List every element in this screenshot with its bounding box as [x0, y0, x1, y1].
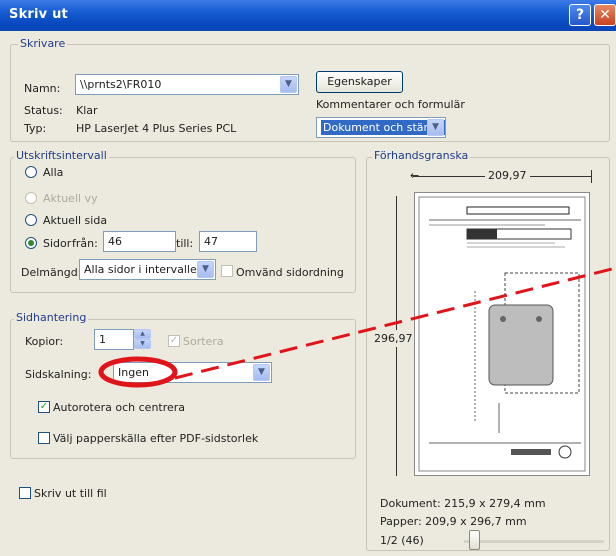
autorotate-label: Autorotera och centrera	[53, 401, 186, 414]
print-range-group-label: Utskriftsintervall	[14, 149, 109, 162]
close-icon: ✕	[599, 7, 611, 23]
scaling-value: Ingen	[118, 366, 149, 379]
chevron-down-icon: ▼	[280, 76, 297, 93]
subset-value: Alla sidor i intervallet	[84, 263, 202, 276]
printer-name-select[interactable]: \\prnts2\FR010 ▼	[75, 74, 299, 95]
spin-up-icon[interactable]: ▲	[134, 329, 151, 339]
radio-current-view-label: Aktuell vy	[43, 192, 98, 205]
printer-group-label: Skrivare	[18, 37, 68, 50]
preview-group-label: Förhandsgranska	[372, 149, 471, 162]
to-label: till:	[176, 237, 194, 250]
subset-label: Delmängd:	[21, 266, 82, 279]
close-button[interactable]: ✕	[594, 4, 616, 26]
radio-all[interactable]	[25, 166, 37, 178]
help-button[interactable]: ?	[569, 4, 591, 26]
properties-button[interactable]: Egenskaper	[316, 71, 403, 93]
page-preview	[414, 192, 590, 476]
reverse-order-checkbox[interactable]	[221, 265, 233, 277]
radio-pages[interactable]	[25, 237, 37, 249]
collate-label: Sortera	[183, 335, 224, 348]
status-label: Status:	[24, 104, 63, 117]
preview-width: 209,97	[485, 169, 530, 182]
print-to-file-label: Skriv ut till fil	[34, 487, 107, 500]
scaling-label: Sidskalning:	[25, 368, 92, 381]
from-input[interactable]: 46	[103, 231, 176, 252]
paper-source-label: Välj papperskälla efter PDF-sidstorlek	[53, 432, 259, 445]
chevron-down-icon: ▼	[253, 364, 270, 381]
page-slider-thumb[interactable]	[469, 530, 480, 550]
preview-height: 296,97	[374, 330, 413, 347]
status-value: Klar	[76, 104, 98, 117]
copies-spinner[interactable]: ▲ ▼	[134, 329, 151, 350]
document-size: Dokument: 215,9 x 279,4 mm	[380, 497, 546, 510]
spin-down-icon[interactable]: ▼	[134, 339, 151, 349]
chevron-down-icon: ▼	[427, 119, 444, 136]
arrow-left-icon: ←	[410, 169, 420, 182]
width-dimension-tick	[591, 170, 592, 183]
title-bar: Skriv ut ? ✕	[0, 0, 616, 31]
printer-name-label: Namn:	[24, 82, 61, 95]
autorotate-checkbox[interactable]: ✓	[38, 401, 50, 413]
page-preview-icon	[418, 196, 586, 472]
page-counter: 1/2 (46)	[380, 534, 424, 547]
radio-pages-label: Sidor	[43, 237, 72, 250]
print-to-file-checkbox[interactable]	[19, 487, 31, 499]
type-value: HP LaserJet 4 Plus Series PCL	[76, 122, 237, 135]
radio-current-page[interactable]	[25, 214, 37, 226]
chevron-down-icon: ▼	[197, 261, 214, 278]
window-title: Skriv ut	[9, 7, 68, 22]
radio-current-page-label: Aktuell sida	[43, 214, 108, 227]
collate-checkbox[interactable]: ✓	[168, 335, 180, 347]
type-label: Typ:	[24, 122, 47, 135]
from-label: från:	[72, 237, 98, 250]
page-slider-track[interactable]	[464, 540, 604, 543]
copies-input[interactable]: 1	[94, 329, 134, 350]
page-handling-group-label: Sidhantering	[14, 311, 89, 324]
reverse-order-label: Omvänd sidordning	[236, 266, 344, 279]
to-input[interactable]: 47	[199, 231, 257, 252]
scaling-select[interactable]: Ingen ▼	[113, 362, 272, 383]
radio-current-view	[25, 192, 37, 204]
paper-size: Papper: 209,9 x 296,7 mm	[380, 515, 527, 528]
question-icon: ?	[575, 7, 585, 23]
copies-label: Kopior:	[25, 335, 64, 348]
comments-select[interactable]: Dokument och stämplar ▼	[316, 117, 446, 138]
subset-select[interactable]: Alla sidor i intervallet ▼	[79, 259, 216, 280]
radio-all-label: Alla	[43, 166, 64, 179]
paper-source-checkbox[interactable]	[38, 432, 50, 444]
comments-label: Kommentarer och formulär	[316, 98, 465, 111]
printer-name-value: \\prnts2\FR010	[80, 78, 162, 91]
